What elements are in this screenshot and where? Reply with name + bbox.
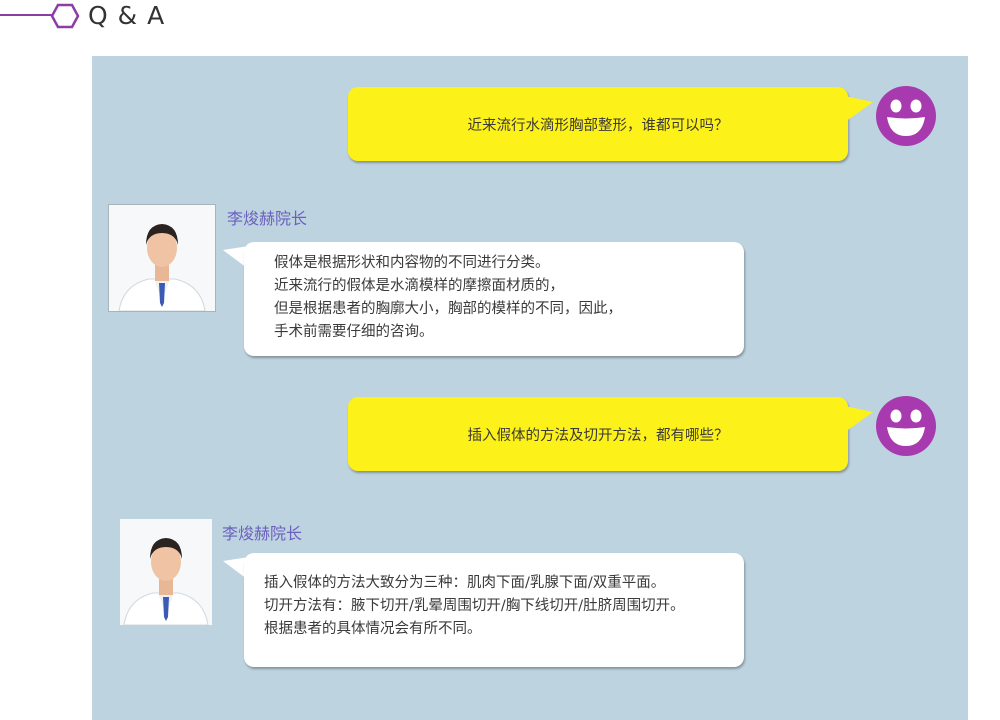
header-line bbox=[0, 14, 52, 16]
question-bubble: 插入假体的方法及切开方法，都有哪些？ bbox=[348, 397, 848, 471]
doctor-name: 李焌赫院长 bbox=[227, 209, 308, 228]
smiley-icon bbox=[876, 86, 936, 146]
answer-line: 但是根据患者的胸廓大小，胸部的模样的不同，因此， bbox=[274, 301, 622, 317]
answer-line: 切开方法有：腋下切开/乳晕周围切开/胸下线切开/肚脐周围切开。 bbox=[264, 598, 685, 614]
smiley-icon bbox=[876, 396, 936, 456]
section-header: Q & A bbox=[0, 0, 400, 40]
doctor-photo bbox=[108, 204, 216, 312]
question-text: 插入假体的方法及切开方法，都有哪些？ bbox=[467, 427, 729, 444]
question-bubble: 近来流行水滴形胸部整形，谁都可以吗？ bbox=[348, 87, 848, 161]
question-text: 近来流行水滴形胸部整形，谁都可以吗？ bbox=[467, 117, 729, 134]
hexagon-icon bbox=[50, 3, 80, 29]
answer-line: 假体是根据形状和内容物的不同进行分类。 bbox=[274, 255, 550, 271]
doctor-portrait-icon bbox=[120, 519, 212, 625]
answer-bubble: 假体是根据形状和内容物的不同进行分类。 近来流行的假体是水滴模样的摩擦面材质的，… bbox=[244, 242, 744, 356]
doctor-name: 李焌赫院长 bbox=[222, 524, 303, 543]
answer-line: 插入假体的方法大致分为三种：肌肉下面/乳腺下面/双重平面。 bbox=[264, 575, 666, 591]
answer-line: 近来流行的假体是水滴模样的摩擦面材质的， bbox=[274, 278, 564, 294]
question-bubble-tail bbox=[845, 406, 873, 432]
question-bubble-tail bbox=[845, 96, 873, 122]
doctor-photo bbox=[120, 519, 212, 625]
answer-line: 手术前需要仔细的咨询。 bbox=[274, 324, 434, 340]
answer-line: 根据患者的具体情况会有所不同。 bbox=[264, 621, 482, 637]
page-title: Q & A bbox=[88, 1, 166, 30]
answer-bubble: 插入假体的方法大致分为三种：肌肉下面/乳腺下面/双重平面。 切开方法有：腋下切开… bbox=[244, 553, 744, 667]
doctor-portrait-icon bbox=[109, 205, 215, 311]
